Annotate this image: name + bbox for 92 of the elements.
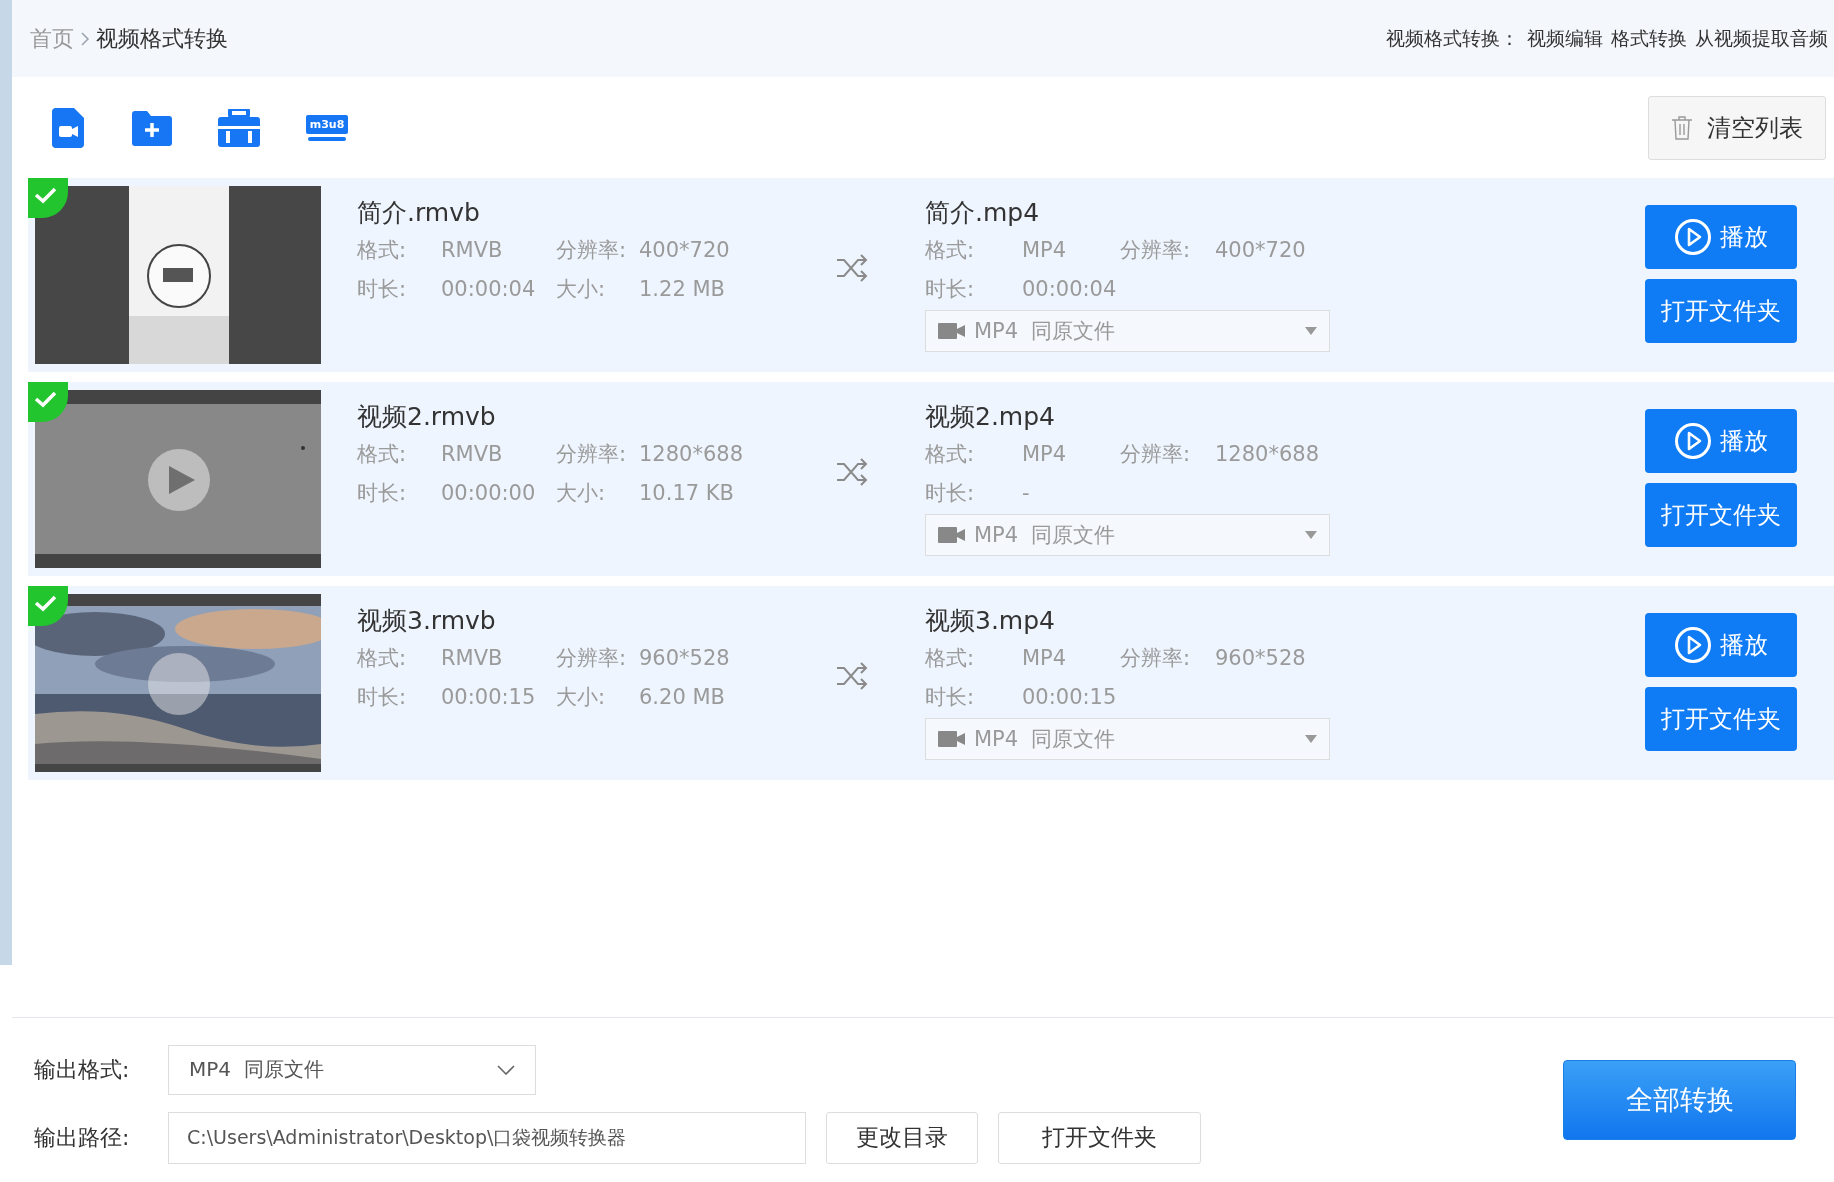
video-camera-icon <box>938 731 966 747</box>
play-button[interactable]: 播放 <box>1645 613 1797 677</box>
info-label: 格式: <box>925 237 976 264</box>
info-value: 960*528 <box>1215 645 1307 672</box>
info-value: 400*720 <box>1215 237 1307 264</box>
dropdown-arrow-icon <box>1305 735 1317 743</box>
file-name: 视频3.mp4 <box>925 605 1056 637</box>
info-label: 分辨率: <box>1120 645 1192 672</box>
shuffle-icon <box>836 254 868 282</box>
shuffle-icon <box>836 458 868 486</box>
video-camera-icon <box>938 527 966 543</box>
info-label: 格式: <box>925 645 976 672</box>
open-folder-button[interactable]: 打开文件夹 <box>1645 279 1797 343</box>
info-label: 时长: <box>357 276 408 303</box>
play-icon <box>1674 626 1712 664</box>
info-value: 6.20 MB <box>639 684 726 711</box>
info-label: 分辨率: <box>1120 237 1192 264</box>
output-format-label: 输出格式: <box>34 1055 131 1084</box>
trash-icon <box>1671 114 1693 141</box>
file-name: 视频2.mp4 <box>925 401 1056 433</box>
info-label: 大小: <box>556 480 607 507</box>
info-value: RMVB <box>441 237 504 264</box>
shuffle-icon <box>836 662 868 690</box>
play-button[interactable]: 播放 <box>1645 409 1797 473</box>
info-label: 分辨率: <box>1120 441 1192 468</box>
info-value: 1.22 MB <box>639 276 726 303</box>
info-label: 大小: <box>556 684 607 711</box>
add-video-file-icon[interactable] <box>50 107 86 148</box>
info-label: 格式: <box>357 237 408 264</box>
output-path-label: 输出路径: <box>34 1123 131 1152</box>
header-link[interactable]: 视频编辑 <box>1527 25 1603 52</box>
info-value: 00:00:15 <box>441 684 537 711</box>
links-label: 视频格式转换： <box>1386 25 1519 51</box>
info-label: 时长: <box>925 480 976 507</box>
play-icon <box>1674 422 1712 460</box>
change-directory-button[interactable]: 更改目录 <box>826 1111 978 1164</box>
file-row[interactable]: 视频2.rmvb 格式: RMVB 分辨率: 1280*688 时长: 00:00:00 大小: 10.17 KB 视频2.mp4 格式: MP4 分辨率: 1280*688 时长: - MP4 同原文件 播放 打开文件夹 <box>28 382 1834 576</box>
checkmark-badge[interactable] <box>28 586 68 626</box>
info-label: 时长: <box>357 684 408 711</box>
info-label: 格式: <box>925 441 976 468</box>
info-label: 分辨率: <box>556 441 628 468</box>
open-folder-button[interactable]: 打开文件夹 <box>1645 687 1797 751</box>
breadcrumb-link[interactable]: 视频格式转换 <box>96 23 228 54</box>
info-value: MP4 <box>1022 237 1068 264</box>
chevron-icon <box>80 29 90 48</box>
file-name: 简介.rmvb <box>357 197 481 229</box>
info-label: 时长: <box>357 480 408 507</box>
file-row[interactable]: 简介.rmvb 格式: RMVB 分辨率: 400*720 时长: 00:00:04 大小: 1.22 MB 简介.mp4 格式: MP4 分辨率: 400*720 时长: 00:00:04 MP4 同原文件 播放 打开文件夹 <box>28 178 1834 372</box>
info-value: MP4 <box>1022 645 1068 672</box>
file-row[interactable]: 视频3.rmvb 格式: RMVB 分辨率: 960*528 时长: 00:00:15 大小: 6.20 MB 视频3.mp4 格式: MP4 分辨率: 960*528 时长: 00:00:15 MP4 同原文件 播放 打开文件夹 <box>28 586 1834 780</box>
info-label: 格式: <box>357 441 408 468</box>
info-value: - <box>1022 480 1031 507</box>
clear-list-button[interactable]: 清空列表 <box>1648 95 1826 160</box>
dropdown-arrow-icon <box>1305 327 1317 335</box>
checkmark-badge[interactable] <box>28 178 68 218</box>
info-value: 00:00:15 <box>1022 684 1118 711</box>
convert-all-button[interactable]: 全部转换 <box>1563 1060 1796 1140</box>
header-link[interactable]: 从视频提取音频 <box>1695 25 1828 52</box>
dropdown-arrow-icon <box>1305 531 1317 539</box>
open-folder-button[interactable]: 打开文件夹 <box>1645 483 1797 547</box>
play-button[interactable]: 播放 <box>1645 205 1797 269</box>
info-label: 大小: <box>556 276 607 303</box>
file-name: 简介.mp4 <box>925 197 1041 229</box>
output-format-dropdown[interactable]: MP4 同原文件 <box>168 1044 536 1095</box>
info-value: 960*528 <box>639 645 731 672</box>
info-value: MP4 <box>1022 441 1068 468</box>
info-value: 00:00:00 <box>441 480 537 507</box>
add-folder-icon[interactable] <box>132 109 172 146</box>
info-label: 时长: <box>925 684 976 711</box>
video-camera-icon <box>938 323 966 339</box>
file-name: 视频2.rmvb <box>357 401 497 433</box>
info-value: 1280*688 <box>639 441 745 468</box>
output-path-field[interactable]: C:\Users\Administrator\Desktop\口袋视频转换器 <box>168 1111 806 1164</box>
checkmark-badge[interactable] <box>28 382 68 422</box>
play-icon <box>1674 218 1712 256</box>
info-label: 分辨率: <box>556 645 628 672</box>
info-value: 00:00:04 <box>1022 276 1118 303</box>
scrollbar[interactable] <box>0 0 12 965</box>
info-value: 10.17 KB <box>639 480 735 507</box>
info-label: 分辨率: <box>556 237 628 264</box>
toolbox-icon[interactable] <box>218 108 260 147</box>
info-label: 格式: <box>357 645 408 672</box>
info-label: 时长: <box>925 276 976 303</box>
info-value: 1280*688 <box>1215 441 1321 468</box>
file-name: 视频3.rmvb <box>357 605 497 637</box>
header-link[interactable]: 格式转换 <box>1611 25 1687 52</box>
info-value: RMVB <box>441 645 504 672</box>
open-folder-button[interactable]: 打开文件夹 <box>998 1111 1201 1164</box>
chevron-down-icon <box>497 1064 515 1075</box>
info-value: 00:00:04 <box>441 276 537 303</box>
info-value: RMVB <box>441 441 504 468</box>
info-value: 400*720 <box>639 237 731 264</box>
